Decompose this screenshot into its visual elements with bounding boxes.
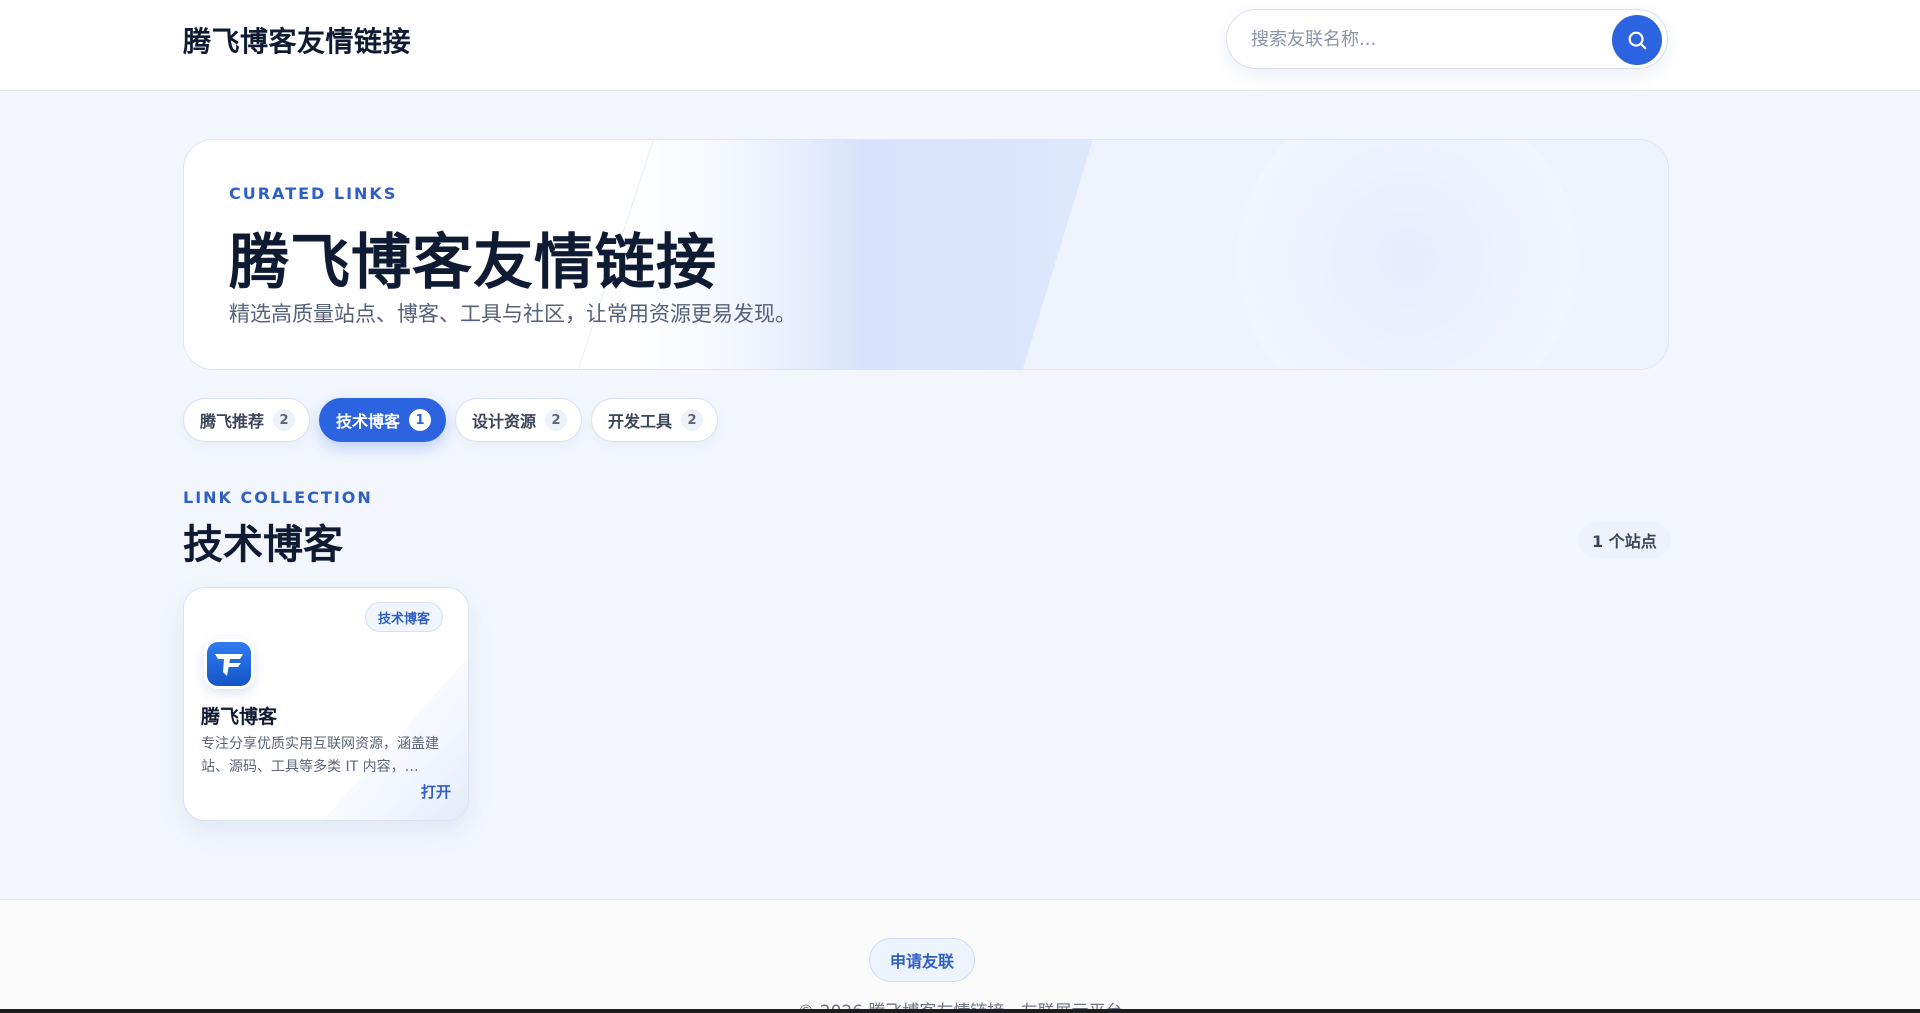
hero-banner: CURATED LINKS 腾飞博客友情链接 精选高质量站点、博客、工具与社区，… xyxy=(183,139,1669,370)
tab-dev-tools[interactable]: 开发工具 2 xyxy=(591,398,719,442)
card-site-name[interactable]: 腾飞博客 xyxy=(201,702,277,729)
search-input[interactable] xyxy=(1251,10,1591,68)
search-icon xyxy=(1628,31,1647,50)
section-eyebrow: LINK COLLECTION xyxy=(183,488,373,507)
link-card[interactable]: 技术博客 腾飞博客 专注分享优质实用互联网资源，涵盖建站、源码、工具等多类 IT… xyxy=(183,587,469,821)
tab-count-badge: 1 xyxy=(409,409,432,431)
footer: 申请友联 © 2026 腾飞博客友情链接 · 友联展示平台 xyxy=(0,899,1920,1013)
tab-count-badge: 2 xyxy=(681,409,704,431)
tab-count-badge: 2 xyxy=(545,409,568,431)
card-category-badge: 技术博客 xyxy=(364,602,443,632)
tab-tech-blog[interactable]: 技术博客 1 xyxy=(319,398,447,442)
tab-count-badge: 2 xyxy=(273,409,296,431)
window-bottom-edge xyxy=(0,1009,1920,1013)
search-box xyxy=(1226,9,1668,69)
tab-label: 开发工具 xyxy=(608,412,673,431)
tengfei-logo-icon xyxy=(204,639,254,689)
section-title: 技术博客 xyxy=(183,522,343,568)
hero-title: 腾飞博客友情链接 xyxy=(229,228,717,298)
apply-link-button[interactable]: 申请友联 xyxy=(869,938,976,982)
category-tabs: 腾飞推荐 2 技术博客 1 设计资源 2 开发工具 2 xyxy=(183,398,719,444)
search-button[interactable] xyxy=(1612,15,1662,65)
tab-label: 设计资源 xyxy=(472,412,537,431)
hero-subtitle: 精选高质量站点、博客、工具与社区，让常用资源更易发现。 xyxy=(229,302,796,326)
top-bar: 腾飞博客友情链接 xyxy=(0,0,1920,91)
tab-design-resources[interactable]: 设计资源 2 xyxy=(455,398,583,442)
site-count-badge: 1 个站点 xyxy=(1578,522,1671,558)
tab-tengfei-recommend[interactable]: 腾飞推荐 2 xyxy=(183,398,311,442)
tab-label: 技术博客 xyxy=(336,412,401,431)
hero-eyebrow: CURATED LINKS xyxy=(229,184,398,203)
open-link[interactable]: 打开 xyxy=(421,781,451,802)
site-title[interactable]: 腾飞博客友情链接 xyxy=(183,20,411,60)
tab-label: 腾飞推荐 xyxy=(200,412,265,431)
card-description: 专注分享优质实用互联网资源，涵盖建站、源码、工具等多类 IT 内容，… xyxy=(201,736,439,775)
